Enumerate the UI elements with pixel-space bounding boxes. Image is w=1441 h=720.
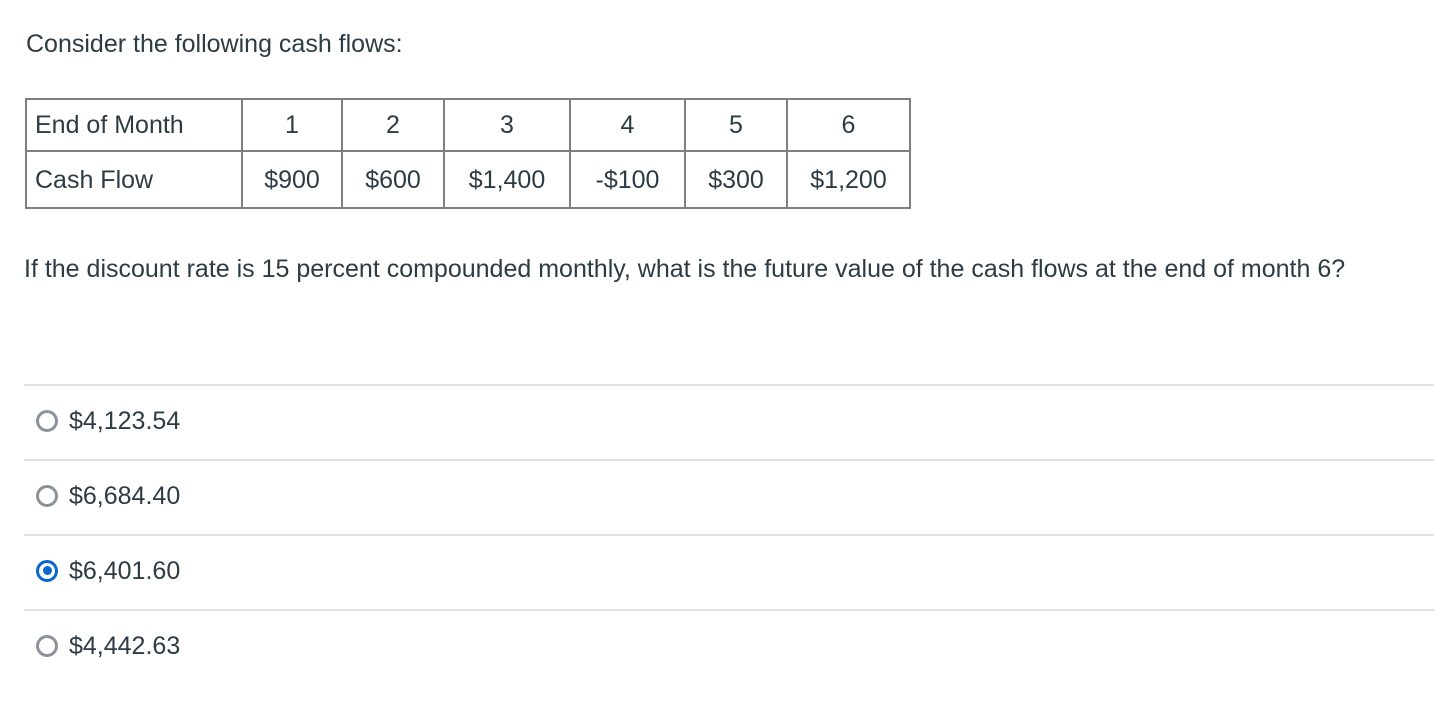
cash-flow-cell-4: -$100 (569, 150, 686, 209)
option-divider (24, 384, 1434, 386)
cash-flow-cell-3: $1,400 (443, 150, 571, 209)
option-divider (24, 459, 1434, 461)
question-page: Consider the following cash flows: End o… (0, 0, 1441, 720)
answer-option-3[interactable]: $6,401.60 (0, 532, 1441, 607)
month-cell-2: 2 (341, 98, 445, 152)
radio-button-icon[interactable] (36, 634, 58, 657)
radio-button-icon[interactable] (36, 409, 58, 432)
row-label-end-of-month: End of Month (25, 98, 243, 152)
answer-option-label: $6,684.40 (69, 481, 181, 510)
answer-option-2[interactable]: $6,684.40 (0, 457, 1441, 532)
answer-option-label: $4,123.54 (69, 406, 181, 435)
cash-flow-cell-5: $300 (684, 150, 788, 209)
answer-options-list: $4,123.54 $6,684.40 $6,401.60 $4,442.63 (0, 382, 1441, 682)
option-divider (24, 534, 1434, 536)
intro-text: Consider the following cash flows: (26, 30, 403, 58)
month-cell-5: 5 (684, 98, 788, 152)
cash-flow-cell-6: $1,200 (786, 150, 911, 209)
answer-option-label: $6,401.60 (69, 556, 181, 585)
row-label-cash-flow: Cash Flow (25, 150, 243, 209)
question-text: If the discount rate is 15 percent compo… (24, 255, 1346, 283)
table-row-cash-flows: Cash Flow $900 $600 $1,400 -$100 $300 $1… (25, 150, 911, 209)
month-cell-4: 4 (569, 98, 686, 152)
cash-flow-cell-2: $600 (341, 150, 445, 209)
radio-button-selected-icon[interactable] (36, 559, 58, 582)
month-cell-1: 1 (241, 98, 343, 152)
month-cell-6: 6 (786, 98, 911, 152)
table-row-months: End of Month 1 2 3 4 5 6 (25, 98, 911, 152)
answer-option-1[interactable]: $4,123.54 (0, 382, 1441, 457)
option-divider (24, 609, 1434, 611)
answer-option-4[interactable]: $4,442.63 (0, 607, 1441, 682)
cash-flow-cell-1: $900 (241, 150, 343, 209)
radio-button-icon[interactable] (36, 484, 58, 507)
cash-flow-table: End of Month 1 2 3 4 5 6 Cash Flow $900 … (25, 98, 911, 209)
month-cell-3: 3 (443, 98, 571, 152)
answer-option-label: $4,442.63 (69, 631, 181, 660)
cash-flow-table-wrapper: End of Month 1 2 3 4 5 6 Cash Flow $900 … (25, 98, 911, 209)
